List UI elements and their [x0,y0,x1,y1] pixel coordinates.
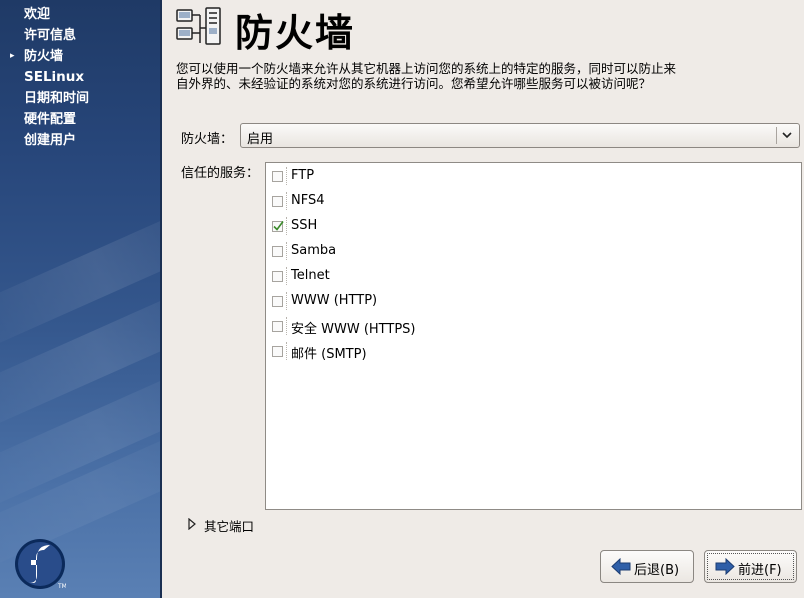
sidebar-steps: 欢迎 许可信息 ▸ 防火墙 SELinux 日期和时间 硬件配置 创建用户 [0,4,89,151]
service-item-nfs4[interactable]: NFS4 [271,190,791,212]
firewall-select[interactable]: 启用 [240,123,800,148]
triangle-right-icon: ▸ [10,51,15,61]
service-item-www-http[interactable]: WWW (HTTP) [271,290,791,312]
sidebar: 欢迎 许可信息 ▸ 防火墙 SELinux 日期和时间 硬件配置 创建用户 TM [0,0,162,598]
service-checkbox[interactable] [272,246,283,257]
svg-text:TM: TM [57,583,66,590]
service-item-telnet[interactable]: Telnet [271,265,791,287]
sidebar-item-welcome: 欢迎 [24,7,51,22]
page-title: 防火墙 [235,11,356,55]
arrow-left-icon [611,558,631,575]
main-panel: 防火墙 您可以使用一个防火墙来允许从其它机器上访问您的系统上的特定的服务，同时可… [162,0,804,598]
firewall-network-icon [176,7,221,45]
service-checkbox[interactable] [272,296,283,307]
service-item-ftp[interactable]: FTP [271,165,791,187]
checkmark-icon [273,221,284,231]
service-checkbox[interactable] [272,346,283,357]
firewall-label: 防火墙： [181,132,234,147]
service-item-www-https[interactable]: 安全 WWW (HTTPS) [271,315,791,337]
sidebar-item-license: 许可信息 [24,28,77,43]
firewall-select-value: 启用 [247,132,274,147]
sidebar-item-firewall: ▸ 防火墙 [0,46,89,67]
sidebar-item-hardware: 硬件配置 [24,112,77,127]
back-button[interactable]: 后退(B) [600,550,694,583]
service-checkbox[interactable] [272,321,283,332]
installer-window: 欢迎 许可信息 ▸ 防火墙 SELinux 日期和时间 硬件配置 创建用户 TM [0,0,804,598]
service-checkbox[interactable] [272,221,284,232]
service-checkbox[interactable] [272,196,283,207]
service-checkbox[interactable] [272,171,283,182]
fedora-logo-icon: TM [15,539,66,590]
sidebar-item-selinux: SELinux [24,69,85,85]
expander-arrow-icon[interactable] [188,518,196,530]
other-ports-expander[interactable]: 其它端口 [204,516,254,535]
service-item-samba[interactable]: Samba [271,240,791,262]
service-checkbox[interactable] [272,271,283,282]
chevron-down-icon [782,132,792,139]
service-item-smtp[interactable]: 邮件 (SMTP) [271,340,791,362]
trusted-services-label: 信任的服务： [181,166,260,181]
service-item-ssh[interactable]: SSH [271,215,791,237]
sidebar-item-create-user: 创建用户 [24,133,77,148]
page-description: 您可以使用一个防火墙来允许从其它机器上访问您的系统上的特定的服务，同时可以防止来… [176,61,677,91]
arrow-right-icon [715,558,735,575]
forward-button[interactable]: 前进(F) [704,550,797,583]
sidebar-item-datetime: 日期和时间 [24,91,90,106]
trusted-services-list[interactable]: FTP NFS4 SSH Samba Telnet WWW (HTTP) 安全 … [265,162,802,510]
